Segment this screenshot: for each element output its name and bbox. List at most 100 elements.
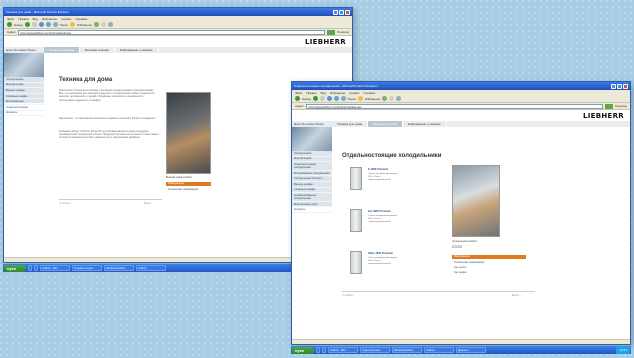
start-button[interactable]: пуск bbox=[292, 346, 314, 354]
refresh-icon[interactable] bbox=[38, 22, 44, 27]
search-label[interactable]: Поиск bbox=[348, 97, 356, 101]
menu-view[interactable]: Вид bbox=[321, 91, 326, 95]
search-label[interactable]: Поиск bbox=[60, 23, 68, 27]
maximize-icon[interactable] bbox=[339, 9, 344, 15]
forward-icon[interactable] bbox=[312, 96, 318, 101]
close-icon[interactable] bbox=[623, 83, 628, 89]
product-card[interactable]: K 4060 Premium Объем холодильной камеры … bbox=[342, 167, 422, 193]
minimize-icon[interactable] bbox=[333, 9, 338, 15]
service-link[interactable]: Где сервис bbox=[454, 271, 467, 274]
back-to-top-link[interactable]: Вверх ↑ bbox=[512, 294, 521, 297]
menu-file[interactable]: Файл bbox=[7, 17, 14, 21]
go-label[interactable]: Переход bbox=[337, 30, 349, 34]
history-icon[interactable] bbox=[382, 96, 388, 101]
taskbar-item[interactable]: Windows Explorer bbox=[104, 265, 134, 271]
liebherr-logo[interactable]: LIEBHERR bbox=[305, 38, 346, 46]
product-card[interactable]: KBes 4260 Premium Объем холодильной каме… bbox=[342, 251, 422, 277]
back-icon[interactable] bbox=[7, 22, 12, 27]
address-input[interactable]: http://www.liebherr.com/hg/ru/produkte.a… bbox=[305, 103, 604, 109]
title-bar[interactable]: Отдельностоящие холодильники - Microsoft… bbox=[292, 82, 630, 90]
where-to-buy-link[interactable]: Где купить bbox=[454, 266, 466, 269]
home-icon[interactable] bbox=[45, 22, 51, 27]
menu-edit[interactable]: Правка bbox=[18, 17, 28, 21]
sidebar-item[interactable]: Комбинированные холодильники bbox=[292, 193, 332, 202]
taskbar-item[interactable]: Liebherr bbox=[136, 265, 166, 271]
liebherr-logo[interactable]: LIEBHERR bbox=[583, 112, 624, 120]
menu-help[interactable]: Справка bbox=[363, 91, 375, 95]
print-icon[interactable] bbox=[396, 96, 402, 101]
tab-service[interactable]: Информация о сервисе bbox=[115, 47, 159, 53]
taskbar-item[interactable]: Отдельностоящ... bbox=[360, 347, 390, 353]
search-icon[interactable] bbox=[340, 96, 346, 101]
close-icon[interactable] bbox=[345, 9, 350, 15]
home-icon[interactable] bbox=[333, 96, 339, 101]
menu-file[interactable]: Файл bbox=[295, 91, 302, 95]
address-input[interactable]: http://www.liebherr.com/hg/ru/default.as… bbox=[17, 29, 326, 35]
search-icon[interactable] bbox=[52, 22, 58, 27]
mail-icon[interactable] bbox=[101, 22, 107, 27]
go-label[interactable]: Переход bbox=[615, 104, 627, 108]
quicklaunch-icon[interactable] bbox=[322, 347, 326, 353]
page-title: Техника для дома bbox=[59, 77, 113, 83]
breadcrumb[interactable]: Дом | Бытовая Линия bbox=[292, 122, 332, 126]
favorites-label[interactable]: Избранное bbox=[365, 97, 380, 101]
menu-favorites[interactable]: Избранное bbox=[330, 91, 345, 95]
start-button[interactable]: пуск bbox=[4, 264, 26, 272]
select-button[interactable]: Выбор bbox=[452, 245, 462, 248]
title-bar[interactable]: Техника для дома - Microsoft Internet Ex… bbox=[4, 8, 352, 16]
tab-home-appliances[interactable]: Техника для дома bbox=[44, 47, 81, 53]
tab-household[interactable]: Бытовая техника bbox=[368, 121, 403, 127]
product-name[interactable]: KBes 4260 Premium bbox=[368, 252, 393, 255]
menu-tools[interactable]: Сервис bbox=[61, 17, 71, 21]
product-image[interactable] bbox=[350, 209, 362, 232]
stop-icon[interactable] bbox=[31, 22, 37, 27]
product-name[interactable]: Кес 3660 Premium bbox=[368, 210, 391, 213]
tab-household[interactable]: Бытовая техника bbox=[80, 47, 115, 53]
mail-icon[interactable] bbox=[389, 96, 395, 101]
menu-view[interactable]: Вид bbox=[33, 17, 38, 21]
sidebar-item[interactable]: Контакты bbox=[4, 111, 44, 117]
favorites-icon[interactable] bbox=[357, 96, 363, 101]
back-icon[interactable] bbox=[295, 96, 300, 101]
breadcrumb[interactable]: Дом | Бытовая Линия bbox=[4, 48, 44, 52]
menu-edit[interactable]: Правка bbox=[306, 91, 316, 95]
product-name[interactable]: K 4060 Premium bbox=[368, 168, 388, 171]
quicklaunch-icon[interactable] bbox=[28, 265, 32, 271]
favorites-icon[interactable] bbox=[69, 22, 75, 27]
taskbar-item[interactable]: Техника для дом... bbox=[72, 265, 102, 271]
product-card[interactable]: Кес 3660 Premium Объем холодильной камер… bbox=[342, 209, 422, 235]
product-image[interactable] bbox=[350, 251, 362, 274]
back-label[interactable]: Назад bbox=[302, 97, 311, 101]
go-icon[interactable] bbox=[327, 29, 336, 35]
taskbar-item[interactable]: Документ bbox=[456, 347, 486, 353]
minimize-icon[interactable] bbox=[611, 83, 616, 89]
taskbar-item[interactable]: Liebherr - Micr... bbox=[328, 347, 358, 353]
taskbar-item[interactable]: Liebherr bbox=[424, 347, 454, 353]
maximize-icon[interactable] bbox=[617, 83, 622, 89]
menu-favorites[interactable]: Избранное bbox=[42, 17, 57, 21]
sidebar-item[interactable]: Отдельностоящие холодильники bbox=[292, 162, 332, 171]
refresh-icon[interactable] bbox=[326, 96, 332, 101]
quicklaunch-icon[interactable] bbox=[316, 347, 320, 353]
print-icon[interactable] bbox=[108, 22, 114, 27]
menu-help[interactable]: Справка bbox=[75, 17, 87, 21]
back-label[interactable]: Назад bbox=[14, 23, 23, 27]
forward-icon[interactable] bbox=[24, 22, 30, 27]
tech-info-link[interactable]: Технические информации bbox=[454, 261, 484, 264]
browser-window-front[interactable]: Отдельностоящие холодильники - Microsoft… bbox=[291, 81, 631, 345]
toolbar: Назад Поиск Избранное bbox=[4, 21, 352, 29]
taskbar-item[interactable]: Liebherr - Micr... bbox=[40, 265, 70, 271]
taskbar-item[interactable]: Windows Explorer bbox=[392, 347, 422, 353]
history-icon[interactable] bbox=[94, 22, 100, 27]
sidebar-item[interactable]: Контакты bbox=[292, 207, 332, 213]
tab-home-appliances[interactable]: Техника для дома bbox=[332, 121, 369, 127]
go-icon[interactable] bbox=[605, 103, 614, 109]
product-image[interactable] bbox=[350, 167, 362, 190]
stop-icon[interactable] bbox=[319, 96, 325, 101]
tech-info-link[interactable]: Технические информации bbox=[168, 188, 198, 191]
back-to-top-link[interactable]: Вверх ↑ bbox=[144, 202, 153, 205]
favorites-label[interactable]: Избранное bbox=[77, 23, 92, 27]
menu-tools[interactable]: Сервис bbox=[349, 91, 359, 95]
quicklaunch-icon[interactable] bbox=[34, 265, 38, 271]
tab-service[interactable]: Информация о сервисе bbox=[403, 121, 447, 127]
